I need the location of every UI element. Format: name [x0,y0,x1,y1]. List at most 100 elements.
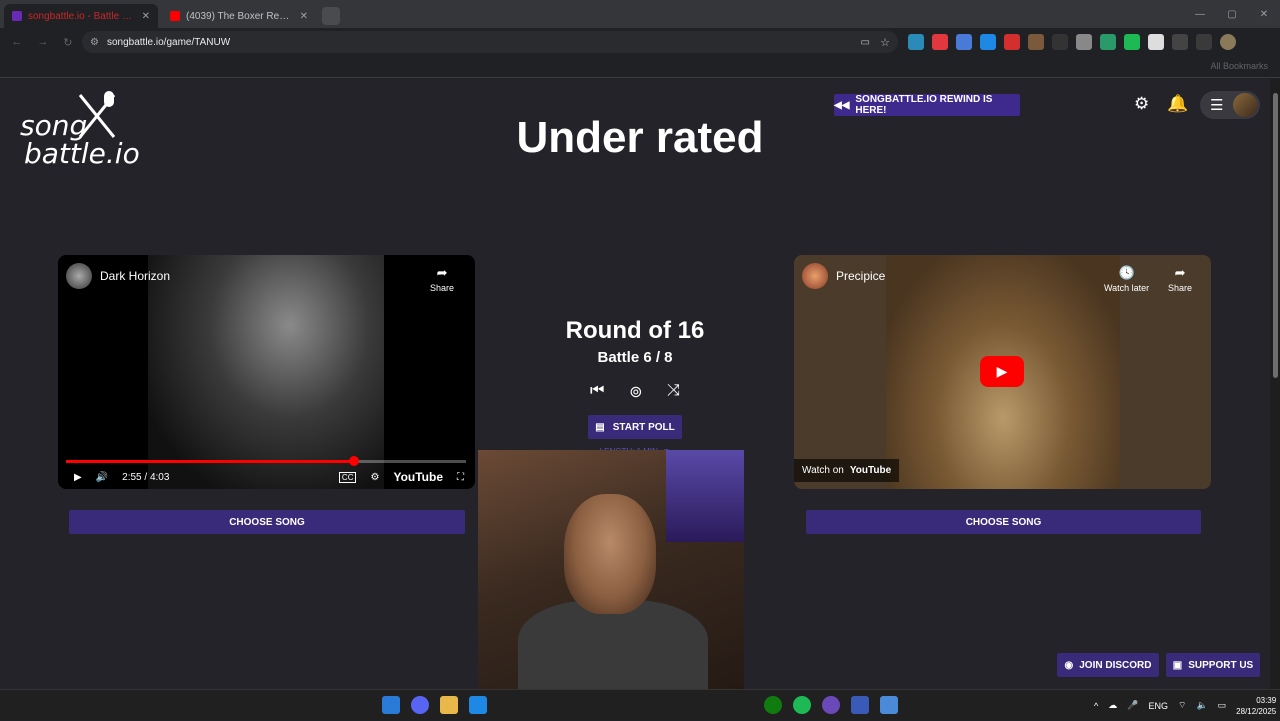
speaker-icon[interactable]: 🔈 [1196,700,1207,711]
spotify-icon[interactable] [793,696,811,714]
battle-counter: Battle 6 / 8 [597,349,673,366]
window-controls: — ▢ ✕ [1184,0,1280,28]
all-bookmarks-link[interactable]: All Bookmarks [1210,61,1268,71]
bookmark-star-icon[interactable]: ☆ [880,36,890,49]
join-discord-button[interactable]: ◉ JOIN DISCORD [1057,653,1159,677]
microphone-icon[interactable]: 🎤 [1127,700,1138,711]
extension-icon[interactable] [980,34,996,50]
rewind-label: SONGBATTLE.IO REWIND IS HERE! [855,94,993,116]
browser-tab-bar: songbattle.io - Battle Songs in... ✕ (40… [0,0,1280,28]
start-poll-button[interactable]: ▤ START POLL [588,415,682,439]
bookmarks-bar: All Bookmarks [0,56,1280,78]
coin-icon[interactable]: ⊚ [629,382,642,402]
video-title[interactable]: Precipice [836,269,885,283]
rewind-banner-button[interactable]: ◀◀ SONGBATTLE.IO REWIND IS HERE! [834,94,1020,116]
watch-later-button[interactable]: 🕓 Watch later [1104,265,1149,293]
video-player-left[interactable]: Dark Horizon ➦ Share ▶ 🔊 2:55 / 4:03 CC … [58,255,475,489]
file-explorer-icon[interactable] [440,696,458,714]
app-icon[interactable] [880,696,898,714]
notifications-bell-icon[interactable]: 🔔 [1167,94,1188,114]
maximize-icon[interactable]: ▢ [1216,9,1248,20]
play-button[interactable]: ▶ [980,356,1024,387]
watch-on-label: Watch on [802,465,844,476]
extension-icon[interactable] [1124,34,1140,50]
profile-avatar-icon[interactable] [1220,34,1236,50]
back-icon[interactable]: ← [11,36,22,49]
clock[interactable]: 03:39 28/12/2025 [1236,695,1276,717]
extension-icon[interactable] [1076,34,1092,50]
video-scrubber-handle[interactable] [349,456,359,466]
fullscreen-icon[interactable]: ⛶ [457,472,464,483]
battery-icon[interactable]: ▭ [1218,700,1227,711]
taskbar-apps-right [764,696,898,714]
video-title[interactable]: Dark Horizon [100,269,170,283]
close-icon[interactable]: ✕ [300,11,308,22]
extension-icon[interactable] [1004,34,1020,50]
video-progress-bar[interactable] [66,456,466,466]
site-info-icon[interactable]: ⚙ [90,37,99,48]
chevron-up-icon[interactable]: ^ [1094,701,1098,711]
channel-avatar[interactable] [802,263,828,289]
webcam-overlay [478,450,744,691]
clock-date: 28/12/2025 [1236,706,1277,716]
volume-icon[interactable]: 🔊 [96,472,108,483]
previous-icon[interactable]: ⏮ [590,382,604,402]
youtube-logo: YouTube [849,465,892,476]
forward-icon[interactable]: → [37,36,48,49]
extension-icon[interactable] [1028,34,1044,50]
cloud-icon[interactable]: ☁ [1108,700,1117,711]
minimize-icon[interactable]: — [1184,9,1216,20]
choose-song-right-button[interactable]: CHOOSE SONG [806,510,1201,534]
play-icon[interactable]: ▶ [74,472,82,483]
video-controls: ▶ 🔊 2:55 / 4:03 CC ⚙ YouTube ⛶ [74,467,464,487]
nav-buttons: ← → ↻ [0,36,80,49]
choose-song-left-button[interactable]: CHOOSE SONG [69,510,465,534]
user-menu-button[interactable]: ☰ [1200,91,1260,119]
play-icon: ▶ [996,363,1008,379]
youtube-logo[interactable]: YouTube [393,470,443,484]
channel-avatar[interactable] [66,263,92,289]
settings-icon[interactable]: ⚙ [370,472,379,483]
extension-icon[interactable] [908,34,924,50]
support-icon: ▣ [1172,659,1183,671]
discord-app-icon[interactable] [411,696,429,714]
captions-icon[interactable]: CC [338,471,357,483]
tab-youtube[interactable]: (4039) The Boxer Rebellion - W... ✕ [162,4,316,28]
close-icon[interactable]: ✕ [142,11,150,22]
extension-icon[interactable] [1148,34,1164,50]
page-scrollbar[interactable] [1270,79,1280,689]
windows-start-icon[interactable] [382,696,400,714]
extension-icon[interactable] [1100,34,1116,50]
clock-icon: 🕓 [1118,265,1135,280]
reload-icon[interactable]: ↻ [63,36,72,49]
cast-icon[interactable]: ▭ [861,37,870,48]
settings-gear-icon[interactable]: ⚙ [1134,94,1149,114]
xbox-icon[interactable] [764,696,782,714]
share-button[interactable]: ➦ Share [1168,265,1192,293]
extension-icon[interactable] [956,34,972,50]
support-label: SUPPORT US [1188,659,1254,671]
wifi-icon[interactable]: ⌔ [1178,700,1186,711]
app-icon[interactable] [822,696,840,714]
extension-icon[interactable] [932,34,948,50]
tab-label: songbattle.io - Battle Songs in... [28,10,136,22]
language-indicator[interactable]: ENG [1148,701,1168,711]
video-player-right[interactable]: Precipice 🕓 Watch later ➦ Share ▶ Watch … [794,255,1211,489]
system-tray: ^ ☁ 🎤 ENG ⌔ 🔈 ▭ 03:39 28/12/2025 [1094,690,1276,721]
new-tab-button[interactable] [322,7,340,25]
scrollbar-thumb[interactable] [1273,93,1278,378]
app-icon[interactable] [469,696,487,714]
shuffle-icon[interactable]: ⤨ [667,382,680,402]
rewind-icon: ◀◀ [834,99,850,111]
battle-controls: ⏮ ⊚ ⤨ [590,382,680,402]
extension-icon[interactable] [1052,34,1068,50]
share-button[interactable]: ➦ Share [430,265,454,293]
vscode-icon[interactable] [851,696,869,714]
tab-songbattle[interactable]: songbattle.io - Battle Songs in... ✕ [4,4,158,28]
extension-icon[interactable] [1172,34,1188,50]
watch-on-youtube-link[interactable]: Watch on YouTube [794,459,900,482]
extension-icon[interactable] [1196,34,1212,50]
support-us-button[interactable]: ▣ SUPPORT US [1166,653,1260,677]
close-window-icon[interactable]: ✕ [1248,9,1280,20]
url-input[interactable]: ⚙ songbattle.io/game/TANUW ▭ ☆ [82,31,898,53]
